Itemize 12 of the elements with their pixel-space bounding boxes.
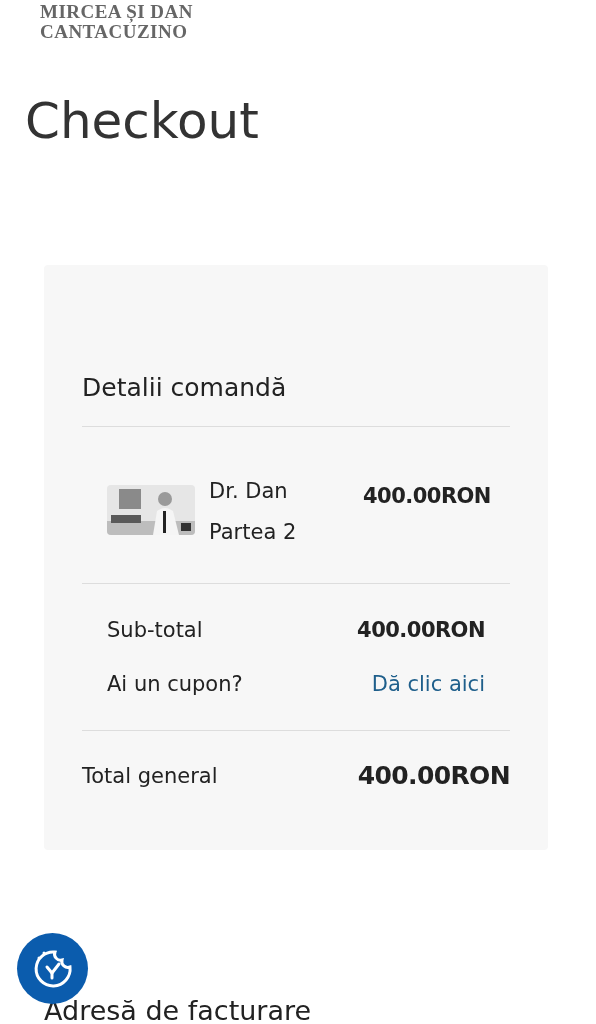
total-value: 400.00RON <box>357 761 510 791</box>
subtotal-label: Sub-total <box>107 617 203 644</box>
total-label: Total general <box>82 763 218 790</box>
coupon-link[interactable]: Dă clic aici <box>371 670 485 698</box>
product-name: Dr. Dan Partea 2 <box>209 478 298 546</box>
order-title: Detalii comandă <box>82 372 288 404</box>
subtotal-value: 400.00RON <box>357 617 485 644</box>
billing-title: Adresă de facturare <box>44 994 312 1024</box>
product-price: 400.00RON <box>363 483 491 509</box>
logo: MIRCEA ȘI DAN CANTACUZINO <box>40 2 193 42</box>
page-title: Checkout <box>25 91 260 152</box>
coupon-label: Ai un cupon? <box>107 671 243 698</box>
